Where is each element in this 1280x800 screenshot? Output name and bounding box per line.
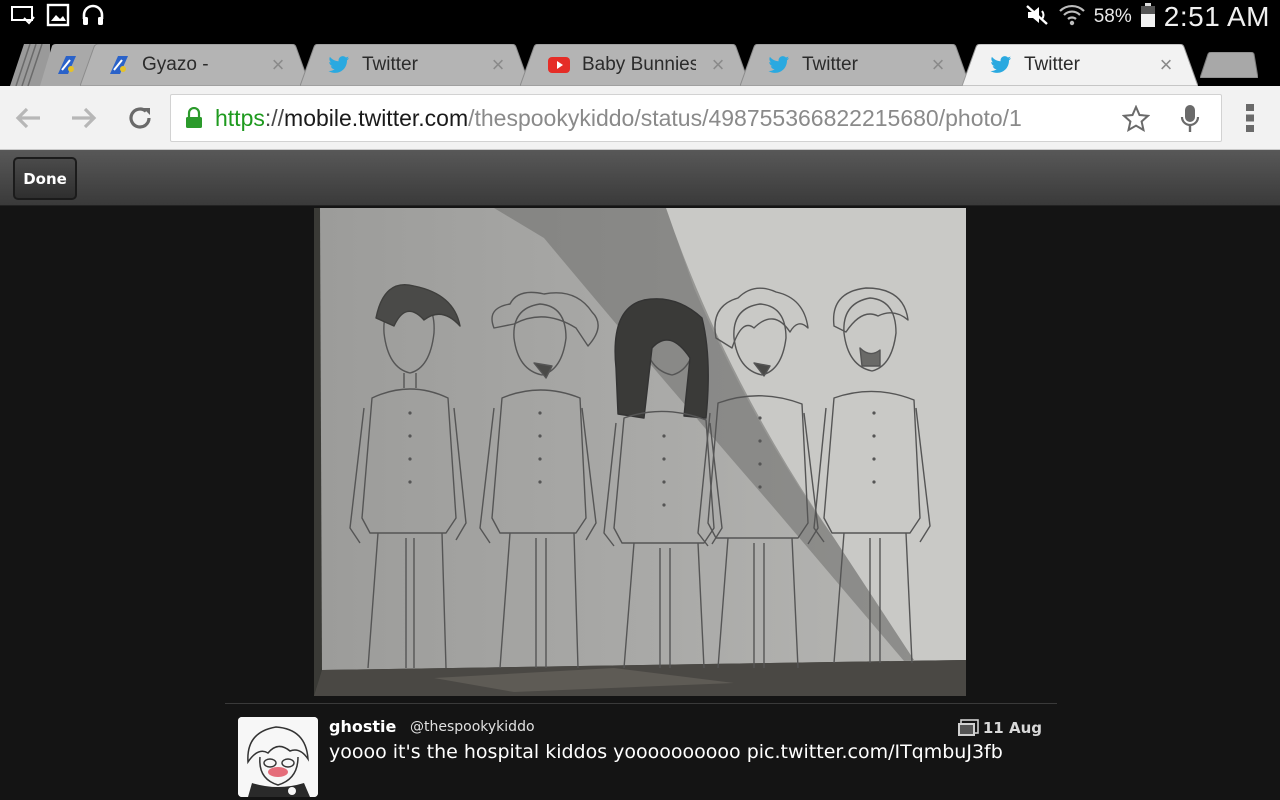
lock-icon	[186, 107, 202, 128]
tab-strip: Gyazo - × Twitter × Baby Bunnies × Twitt…	[0, 34, 1280, 86]
tweet-divider	[225, 703, 1057, 704]
bookmark-star-icon[interactable]	[1122, 105, 1150, 133]
wifi-icon	[1058, 2, 1086, 32]
reload-icon	[129, 107, 151, 129]
twitter-bird-icon	[768, 54, 790, 76]
url-path: /thespookykiddo/status/49875536682221568…	[468, 105, 1022, 131]
menu-button[interactable]	[1232, 100, 1268, 136]
status-bar-left	[10, 3, 106, 31]
address-bar[interactable]: https://mobile.twitter.com/thespookykidd…	[170, 94, 1222, 142]
status-bar-right: 58% 2:51 AM	[1024, 0, 1270, 34]
tab-twitter-active[interactable]: Twitter ×	[962, 44, 1198, 86]
forward-arrow-icon	[72, 107, 97, 129]
url-text[interactable]: https://mobile.twitter.com/thespookykidd…	[215, 95, 1105, 141]
photo-viewer-page: Done ghostie @thespookykiddo 11 Aug yooo…	[0, 150, 1280, 800]
back-button[interactable]	[10, 100, 46, 136]
tab-baby-bunnies[interactable]: Baby Bunnies ×	[520, 44, 750, 86]
tab-title: Gyazo -	[142, 54, 209, 75]
microphone-icon[interactable]	[1180, 104, 1200, 134]
tab-twitter-2[interactable]: Twitter ×	[740, 44, 970, 86]
tab-close-button[interactable]: ×	[1156, 52, 1176, 78]
forward-button[interactable]	[66, 100, 102, 136]
tab-twitter-1[interactable]: Twitter ×	[300, 44, 530, 86]
tweet-photo[interactable]	[314, 208, 966, 696]
tab-close-button[interactable]: ×	[928, 52, 948, 78]
youtube-icon	[548, 54, 570, 76]
tab-title: Baby Bunnies	[582, 54, 696, 75]
viewer-top-bar: Done	[0, 150, 1280, 206]
gyazo-icon	[56, 54, 78, 76]
new-tab-button[interactable]	[1200, 52, 1258, 78]
battery-icon	[1140, 2, 1156, 32]
url-scheme: https	[215, 105, 265, 131]
url-separator: ://	[264, 105, 285, 131]
tab-close-button[interactable]: ×	[708, 52, 728, 78]
headphones-icon	[80, 3, 106, 31]
tweet-text: yoooo it's the hospital kiddos yoooooooo…	[329, 741, 1003, 763]
gallery-icon	[46, 3, 70, 31]
tab-title: Twitter	[362, 54, 418, 75]
tab-title: Twitter	[1024, 54, 1080, 75]
tab-gyazo[interactable]: Gyazo - ×	[80, 44, 310, 86]
battery-percent: 58%	[1093, 6, 1132, 27]
twitter-bird-icon	[990, 54, 1012, 76]
url-host: mobile.twitter.com	[284, 105, 469, 131]
avatar[interactable]	[238, 717, 318, 797]
tweet-author-name[interactable]: ghostie	[329, 717, 396, 736]
done-button[interactable]: Done	[13, 157, 77, 200]
avatar-drawing-image	[238, 717, 318, 797]
mute-icon	[1024, 3, 1050, 31]
sketch-drawing-image	[314, 208, 966, 696]
back-arrow-icon	[15, 107, 40, 129]
media-icon	[957, 719, 979, 736]
tab-close-button[interactable]: ×	[488, 52, 508, 78]
tweet[interactable]: ghostie @thespookykiddo 11 Aug yoooo it'…	[238, 717, 1058, 797]
overflow-menu-icon	[1246, 104, 1254, 132]
status-bar: 58% 2:51 AM	[0, 0, 1280, 34]
gyazo-icon	[108, 54, 130, 76]
screen-mirror-icon	[10, 4, 36, 30]
browser-toolbar: https://mobile.twitter.com/thespookykidd…	[0, 86, 1280, 150]
tweet-author-handle[interactable]: @thespookykiddo	[410, 719, 535, 735]
tweet-meta: 11 Aug	[957, 719, 1042, 737]
tweet-date[interactable]: 11 Aug	[983, 719, 1042, 737]
clock: 2:51 AM	[1163, 1, 1270, 32]
twitter-bird-icon	[328, 54, 350, 76]
tab-title: Twitter	[802, 54, 858, 75]
tab-close-button[interactable]: ×	[268, 52, 288, 78]
reload-button[interactable]	[122, 100, 158, 136]
